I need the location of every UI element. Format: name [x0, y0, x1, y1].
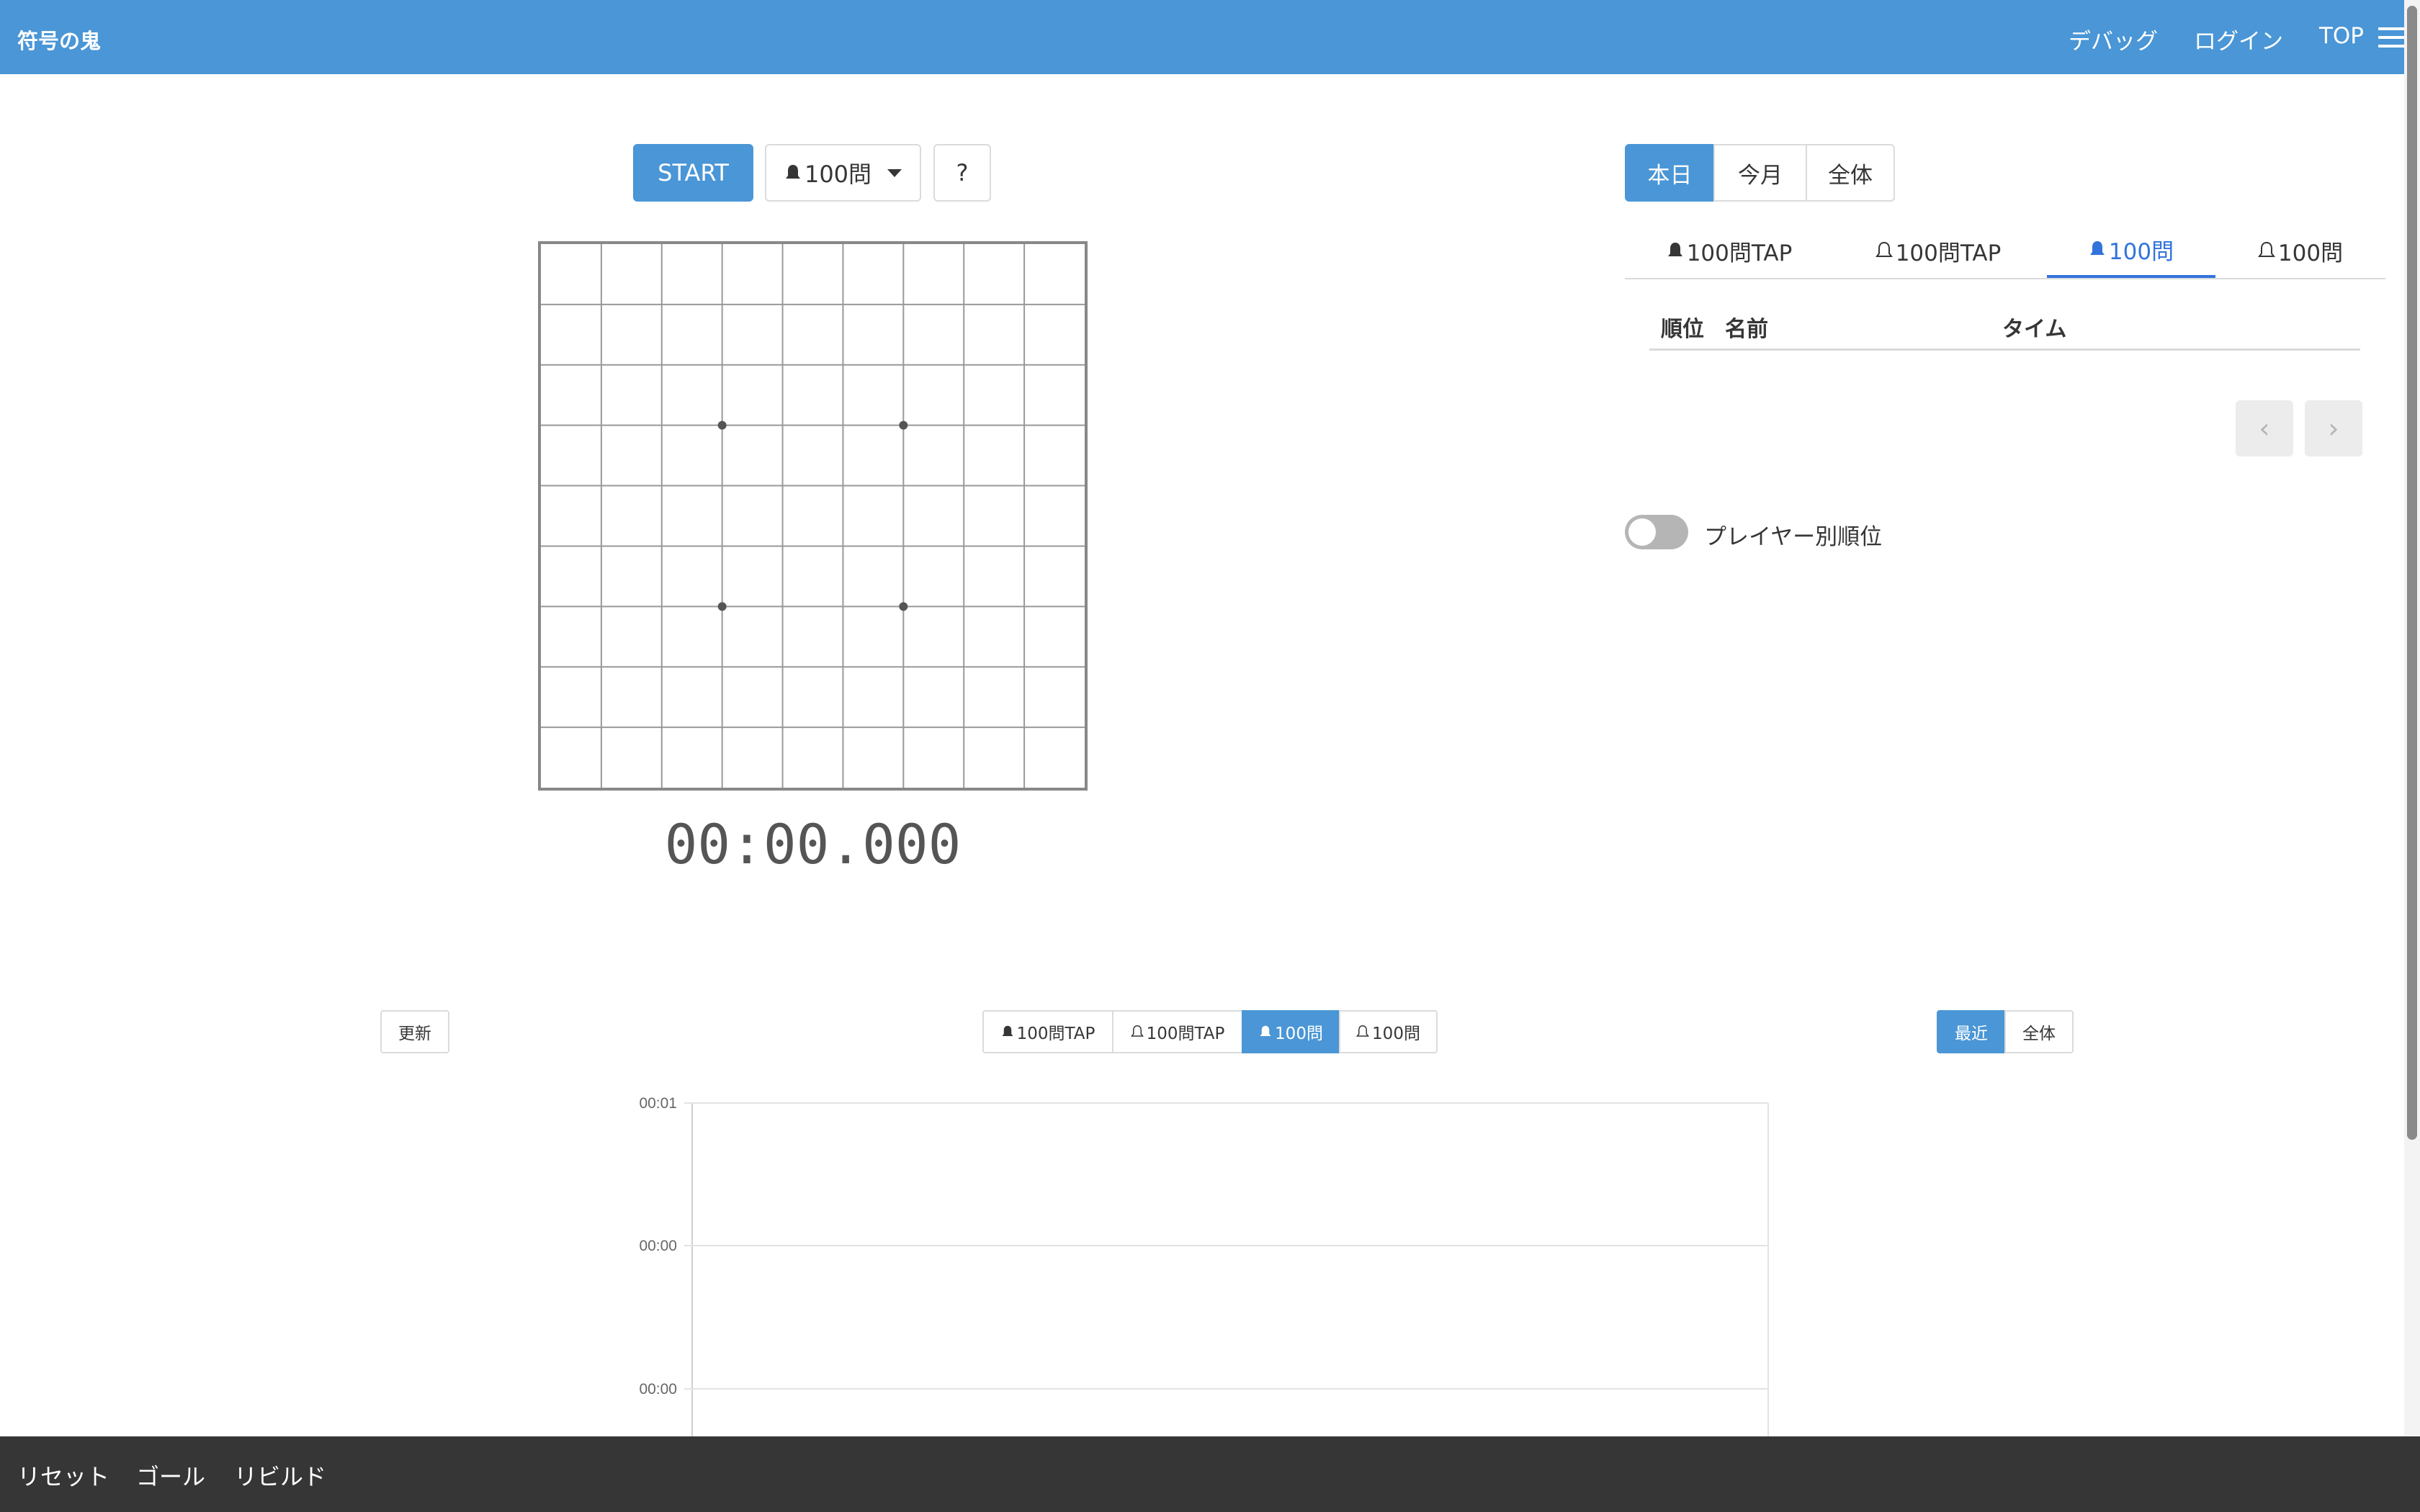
history-mode-outline-100[interactable]: 100問	[1339, 1010, 1438, 1053]
tab-outline-100-tap[interactable]: 100問TAP	[1834, 223, 2043, 278]
scrollbar-thumb[interactable]	[2407, 6, 2417, 1140]
start-button[interactable]: START	[633, 144, 753, 202]
refresh-button[interactable]: 更新	[380, 1010, 449, 1053]
player-ranking-label: プレイヤー別順位	[1704, 524, 1883, 550]
top-navbar: 符号の鬼 デバッグ ログイン TOP	[0, 0, 2420, 74]
chevron-left-icon: ‹	[2259, 413, 2270, 444]
board-star-point	[717, 420, 727, 430]
timer-display: 00:00.000	[664, 812, 962, 876]
ranking-tabs: 100問TAP 100問TAP 100問 100問	[1625, 223, 2385, 279]
menu-icon[interactable]	[2378, 27, 2406, 48]
chart-y-tick-label: 00:00	[639, 1381, 677, 1398]
board-star-point	[717, 602, 727, 611]
bell-outline-icon	[1130, 1025, 1144, 1037]
scrollbar[interactable]	[2404, 0, 2420, 1512]
nav-link-debug[interactable]: デバッグ	[2069, 23, 2158, 55]
bell-outline-icon	[1356, 1025, 1370, 1037]
bell-filled-icon	[1002, 1025, 1013, 1036]
column-time: タイム	[2002, 317, 2067, 342]
history-mode-filled-100[interactable]: 100問	[1242, 1010, 1340, 1053]
nav-link-top[interactable]: TOP	[2319, 23, 2364, 55]
history-mode-label: 100問	[1372, 1025, 1420, 1043]
tab-outline-100[interactable]: 100問	[2215, 223, 2385, 278]
bell-outline-icon	[2257, 241, 2275, 257]
history-mode-filled-100-tap[interactable]: 100問TAP	[982, 1010, 1113, 1053]
range-recent-button[interactable]: 最近	[1937, 1010, 2006, 1053]
ranking-table-header: 順位 名前 タイム	[1649, 308, 2360, 351]
bell-filled-icon	[1260, 1025, 1271, 1036]
column-rank: 順位	[1661, 317, 1704, 342]
chevron-down-icon	[887, 168, 902, 177]
bell-outline-icon	[1875, 241, 1893, 257]
column-name: 名前	[1725, 317, 1768, 342]
goal-button[interactable]: ゴール	[136, 1459, 205, 1492]
history-mode-label: 100問	[1275, 1025, 1323, 1043]
period-month-button[interactable]: 今月	[1713, 144, 1807, 202]
board-star-point	[899, 420, 908, 430]
range-all-button[interactable]: 全体	[2004, 1010, 2074, 1053]
nav-link-login[interactable]: ログイン	[2194, 23, 2283, 55]
history-mode-label: 100問TAP	[1016, 1025, 1095, 1043]
mode-select[interactable]: 100問	[765, 144, 921, 202]
tab-label: 100問	[2108, 238, 2174, 265]
tab-label: 100問	[2277, 240, 2344, 266]
game-board[interactable]	[538, 241, 1088, 791]
chevron-right-icon: ›	[2328, 413, 2339, 444]
reset-button[interactable]: リセット	[17, 1459, 109, 1492]
nav-links: デバッグ ログイン TOP	[2069, 23, 2364, 55]
help-button[interactable]: ?	[933, 144, 991, 202]
bell-filled-icon	[785, 165, 800, 179]
board-star-point	[899, 602, 908, 611]
history-mode-label: 100問TAP	[1146, 1025, 1225, 1043]
tab-label: 100問TAP	[1686, 240, 1793, 266]
tab-filled-100-tap[interactable]: 100問TAP	[1625, 223, 1834, 278]
prev-page-button[interactable]: ‹	[2236, 400, 2293, 456]
debug-bottom-bar: リセット ゴール リビルド	[0, 1436, 2420, 1512]
chart-y-tick-label: 00:01	[639, 1095, 677, 1112]
tab-filled-100[interactable]: 100問	[2047, 223, 2215, 278]
brand-title[interactable]: 符号の鬼	[17, 24, 101, 55]
rebuild-button[interactable]: リビルド	[234, 1459, 326, 1492]
history-mode-outline-100-tap[interactable]: 100問TAP	[1112, 1010, 1243, 1053]
period-today-button[interactable]: 本日	[1625, 144, 1715, 202]
next-page-button[interactable]: ›	[2305, 400, 2362, 456]
tab-label: 100問TAP	[1895, 240, 2002, 266]
bell-filled-icon	[1667, 243, 1682, 256]
bell-filled-icon	[2089, 241, 2105, 255]
period-all-button[interactable]: 全体	[1806, 144, 1895, 202]
player-ranking-toggle[interactable]	[1625, 515, 1688, 549]
chart-y-tick-label: 00:00	[639, 1238, 677, 1254]
mode-select-label: 100問	[804, 161, 872, 188]
board-grid[interactable]	[541, 244, 1085, 788]
